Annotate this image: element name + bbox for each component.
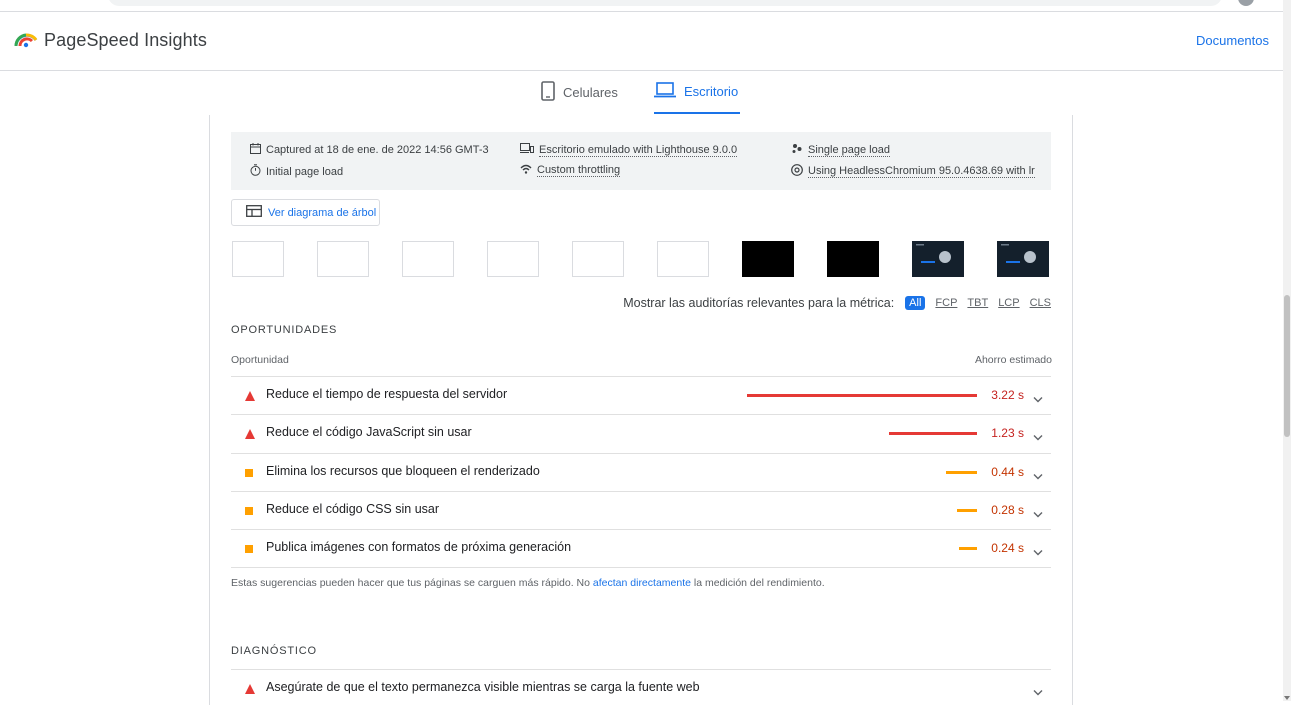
opportunity-row[interactable]: Elimina los recursos que bloqueen el ren… (231, 452, 1051, 491)
runtime-settings: Captured at 18 de ene. de 2022 14:56 GMT… (231, 132, 1051, 190)
chrome-icon (791, 164, 803, 179)
filter-chip-all[interactable]: All (905, 296, 926, 310)
fail-triangle-icon (245, 684, 255, 694)
average-square-icon (245, 506, 253, 515)
filter-chip-cls[interactable]: CLS (1030, 297, 1051, 309)
chevron-down-icon[interactable] (1033, 390, 1043, 408)
filmstrip-frame (232, 241, 284, 277)
captured-at: Captured at 18 de ene. de 2022 14:56 GMT… (250, 143, 489, 157)
brand-name: PageSpeed Insights (44, 30, 207, 50)
filter-chip-tbt[interactable]: TBT (967, 297, 988, 309)
people-icon (791, 143, 803, 157)
address-bar[interactable] (108, 0, 1222, 6)
chevron-down-icon[interactable] (1033, 543, 1043, 561)
opportunity-row[interactable]: Reduce el tiempo de respuesta del servid… (231, 376, 1051, 414)
savings-value: 0.44 s (991, 464, 1024, 479)
laptop-icon (654, 82, 676, 101)
metric-filter: Mostrar las auditorías relevantes para l… (623, 296, 1051, 310)
chevron-down-icon[interactable] (1033, 505, 1043, 523)
initial-page-load: Initial page load (250, 164, 343, 179)
device-tabs: Celulares Escritorio (0, 71, 1283, 115)
docs-link[interactable]: Documentos (1196, 33, 1269, 48)
chevron-down-icon[interactable] (1033, 467, 1043, 485)
average-square-icon (245, 545, 253, 554)
opportunity-column-header: Oportunidad (231, 354, 289, 366)
average-square-icon (245, 468, 253, 477)
devices-icon (520, 143, 534, 157)
filmstrip-frame (912, 241, 964, 277)
browser-toolbar (0, 0, 1283, 12)
filmstrip-frame (572, 241, 624, 277)
savings-bar (959, 547, 977, 551)
opportunity-row[interactable]: Reduce el código JavaScript sin usar 1.23… (231, 414, 1051, 452)
filmstrip-frame (487, 241, 539, 277)
tab-label: Celulares (563, 85, 618, 100)
opportunity-row[interactable]: Reduce el código CSS sin usar 0.28 s (231, 490, 1051, 529)
tab-desktop[interactable]: Escritorio (654, 71, 741, 114)
scroll-down-arrow-icon[interactable] (1284, 696, 1290, 700)
savings-bar (957, 508, 977, 512)
direct-impact-link[interactable]: afectan directamente (593, 577, 691, 589)
filter-chip-fcp[interactable]: FCP (935, 297, 957, 309)
opportunity-title: Reduce el código CSS sin usar (266, 501, 440, 516)
filmstrip-frame (827, 241, 879, 277)
savings-bar (747, 394, 977, 397)
wifi-icon (520, 164, 532, 177)
pagespeed-logo-icon (14, 28, 38, 53)
network-throttling[interactable]: Custom throttling (520, 164, 621, 177)
chevron-down-icon[interactable] (1033, 428, 1043, 446)
filmstrip-frame (317, 241, 369, 277)
savings-value: 1.23 s (991, 426, 1024, 441)
fail-triangle-icon (245, 429, 255, 440)
opportunities-title: OPORTUNIDADES (231, 324, 338, 336)
view-treemap-label: Ver diagrama de árbol (268, 206, 377, 219)
diagnostic-row[interactable]: Asegúrate de que el texto permanezca vis… (231, 669, 1051, 707)
tab-label: Escritorio (684, 84, 739, 99)
profile-avatar[interactable] (1238, 0, 1254, 6)
diagnostic-title: Asegúrate de que el texto permanezca vis… (266, 680, 700, 694)
single-page-load[interactable]: Single page load (791, 143, 890, 157)
emulated-device[interactable]: Escritorio emulado with Lighthouse 9.0.0 (520, 143, 738, 157)
savings-column-header: Ahorro estimado (974, 354, 1052, 366)
filmstrip-frame (742, 241, 794, 277)
diagnostics-title: DIAGNÓSTICO (231, 645, 317, 657)
opportunity-title: Publica imágenes con formatos de próxima… (266, 540, 572, 555)
filter-chip-lcp[interactable]: LCP (998, 297, 1019, 309)
savings-value: 3.22 s (991, 388, 1024, 402)
treemap-icon (246, 205, 262, 220)
savings-bar (889, 432, 977, 436)
chevron-down-icon[interactable] (1033, 683, 1043, 701)
filmstrip-frame (997, 241, 1049, 277)
brand[interactable]: PageSpeed Insights (14, 28, 207, 53)
report-card: Captured at 18 de ene. de 2022 14:56 GMT… (209, 115, 1073, 705)
opportunity-row[interactable]: Publica imágenes con formatos de próxima… (231, 529, 1051, 567)
site-header: PageSpeed Insights Documentos (0, 12, 1283, 71)
opportunity-title: Reduce el código JavaScript sin usar (266, 425, 472, 440)
filmstrip-frame (402, 241, 454, 277)
browser-version[interactable]: Using HeadlessChromium 95.0.4638.69 with… (791, 164, 1035, 179)
page-scrollbar[interactable] (1283, 0, 1291, 701)
calendar-icon (250, 143, 261, 157)
scrollbar-thumb[interactable] (1284, 295, 1290, 437)
savings-value: 0.24 s (991, 541, 1024, 556)
savings-value: 0.28 s (991, 502, 1024, 517)
savings-bar (946, 470, 977, 474)
metric-filter-label: Mostrar las auditorías relevantes para l… (623, 296, 895, 310)
opportunity-title: Reduce el tiempo de respuesta del servid… (266, 387, 508, 401)
view-treemap-button[interactable]: Ver diagrama de árbol (231, 199, 380, 226)
fail-triangle-icon (245, 391, 255, 401)
smartphone-icon (541, 81, 555, 104)
stopwatch-icon (250, 164, 261, 179)
filmstrip-frame (657, 241, 709, 277)
tab-mobile[interactable]: Celulares (541, 71, 618, 114)
opportunity-title: Elimina los recursos que bloqueen el ren… (266, 463, 540, 478)
opportunities-note: Estas sugerencias pueden hacer que tus p… (231, 577, 825, 589)
